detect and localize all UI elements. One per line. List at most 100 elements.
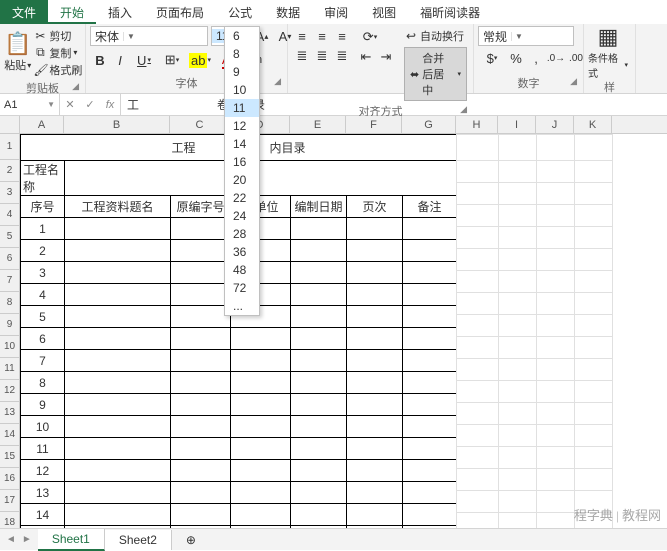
row-header[interactable]: 5 (0, 226, 19, 248)
cut-button[interactable]: ✂剪切 (33, 27, 82, 44)
decrease-decimal[interactable]: .00 (566, 48, 586, 68)
font-size-option[interactable]: 6 (225, 27, 259, 45)
font-size-option[interactable]: 9 (225, 63, 259, 81)
row-header[interactable]: 16 (0, 468, 19, 490)
tab-data[interactable]: 数据 (264, 0, 312, 24)
col-header[interactable]: K (574, 116, 612, 133)
tab-foxit[interactable]: 福昕阅读器 (408, 0, 492, 24)
col-header[interactable]: F (346, 116, 402, 133)
sheet-tab-2[interactable]: Sheet2 (105, 530, 172, 550)
tab-view[interactable]: 视图 (360, 0, 408, 24)
tab-layout[interactable]: 页面布局 (144, 0, 216, 24)
row-header[interactable]: 4 (0, 204, 19, 226)
sheet-nav-prev[interactable]: ◄ (6, 534, 16, 545)
number-format-combo[interactable]: 常规▼ (478, 26, 574, 46)
tab-formula[interactable]: 公式 (216, 0, 264, 24)
font-size-option[interactable]: 72 (225, 279, 259, 297)
chevron-down-icon[interactable]: ▼ (123, 32, 138, 41)
bold-button[interactable]: B (90, 50, 110, 70)
align-bottom[interactable]: ≡ (332, 26, 352, 46)
row-header[interactable]: 18 (0, 512, 19, 528)
tab-insert[interactable]: 插入 (96, 0, 144, 24)
fx-button[interactable]: fx (100, 99, 120, 111)
row-header[interactable]: 10 (0, 336, 19, 358)
font-name-combo[interactable]: 宋体▼ (90, 26, 208, 46)
row-header[interactable]: 3 (0, 182, 19, 204)
name-box[interactable]: A1▼ (0, 94, 60, 115)
row-header[interactable]: 8 (0, 292, 19, 314)
font-size-option[interactable]: 8 (225, 45, 259, 63)
indent-increase[interactable]: ⇥ (376, 47, 396, 67)
ribbon: 📋 粘贴▾ ✂剪切 ⧉复制▾ 🖌格式刷 剪贴板◢ 宋体▼ 11▼ A▴ A▾ B… (0, 24, 667, 94)
font-launcher[interactable]: ◢ (274, 76, 281, 87)
indent-decrease[interactable]: ⇤ (356, 47, 376, 67)
select-all-corner[interactable] (0, 116, 20, 134)
col-header[interactable]: H (456, 116, 498, 133)
row-header[interactable]: 2 (0, 160, 19, 182)
row-header[interactable]: 17 (0, 490, 19, 512)
row-header[interactable]: 7 (0, 270, 19, 292)
align-middle[interactable]: ≡ (312, 26, 332, 46)
row-header[interactable]: 11 (0, 358, 19, 380)
row-header[interactable]: 13 (0, 402, 19, 424)
brush-icon: 🖌 (33, 63, 47, 77)
fill-color-button[interactable]: ab▾ (186, 50, 214, 70)
sheet-add-button[interactable]: ⊕ (172, 530, 210, 550)
chevron-down-icon[interactable]: ▼ (511, 32, 526, 41)
align-center[interactable]: ≣ (312, 46, 332, 66)
comma-button[interactable]: , (526, 48, 546, 68)
row-header[interactable]: 9 (0, 314, 19, 336)
font-size-option[interactable]: ... (225, 297, 259, 315)
font-size-option[interactable]: 10 (225, 81, 259, 99)
confirm-formula[interactable]: ✓ (80, 98, 100, 111)
font-size-option[interactable]: 16 (225, 153, 259, 171)
font-size-option[interactable]: 28 (225, 225, 259, 243)
format-painter-button[interactable]: 🖌格式刷 (33, 61, 82, 78)
font-size-option[interactable]: 22 (225, 189, 259, 207)
align-right[interactable]: ≣ (332, 46, 352, 66)
font-size-option[interactable]: 24 (225, 207, 259, 225)
font-size-option[interactable]: 11 (225, 99, 259, 117)
percent-button[interactable]: % (506, 48, 526, 68)
underline-button[interactable]: U▾ (130, 50, 158, 70)
align-launcher[interactable]: ◢ (460, 104, 467, 115)
col-header[interactable]: G (402, 116, 456, 133)
row-header[interactable]: 1 (0, 134, 19, 160)
accounting-button[interactable]: $▾ (478, 48, 506, 68)
cancel-formula[interactable]: ✕ (60, 98, 80, 111)
col-header[interactable]: I (498, 116, 536, 133)
number-launcher[interactable]: ◢ (570, 76, 577, 87)
increase-decimal[interactable]: .0→ (546, 48, 566, 68)
col-header[interactable]: A (20, 116, 64, 133)
align-top[interactable]: ≡ (292, 26, 312, 46)
row-header[interactable]: 6 (0, 248, 19, 270)
font-size-option[interactable]: 14 (225, 135, 259, 153)
tab-review[interactable]: 审阅 (312, 0, 360, 24)
orientation-button[interactable]: ⟳▾ (356, 27, 384, 47)
col-header[interactable]: E (290, 116, 346, 133)
col-header[interactable]: C (170, 116, 230, 133)
font-size-option[interactable]: 12 (225, 117, 259, 135)
spreadsheet-grid[interactable]: ABCDEFGHIJK 123456789101112131415161718 … (0, 116, 667, 528)
tab-file[interactable]: 文件 (0, 0, 48, 24)
align-left[interactable]: ≣ (292, 46, 312, 66)
row-header[interactable]: 14 (0, 424, 19, 446)
clipboard-launcher[interactable]: ◢ (72, 81, 79, 92)
tab-home[interactable]: 开始 (48, 0, 96, 24)
row-header[interactable]: 12 (0, 380, 19, 402)
col-header[interactable]: B (64, 116, 170, 133)
row-header[interactable]: 15 (0, 446, 19, 468)
border-button[interactable]: ⊞▾ (158, 50, 186, 70)
col-header[interactable]: J (536, 116, 574, 133)
sheet-nav-next[interactable]: ► (22, 534, 32, 545)
paste-button[interactable]: 📋 粘贴▾ (4, 26, 31, 78)
font-size-option[interactable]: 20 (225, 171, 259, 189)
italic-button[interactable]: I (110, 50, 130, 70)
sheet-tab-1[interactable]: Sheet1 (38, 529, 105, 551)
font-size-option[interactable]: 48 (225, 261, 259, 279)
copy-button[interactable]: ⧉复制▾ (33, 44, 82, 61)
merge-center-button[interactable]: ⬌合并后居中▾ (404, 47, 467, 101)
wrap-text-button[interactable]: ↩自动换行 (404, 27, 467, 44)
conditional-format-button[interactable]: ▦ 条件格式▾ (588, 26, 628, 78)
font-size-option[interactable]: 36 (225, 243, 259, 261)
